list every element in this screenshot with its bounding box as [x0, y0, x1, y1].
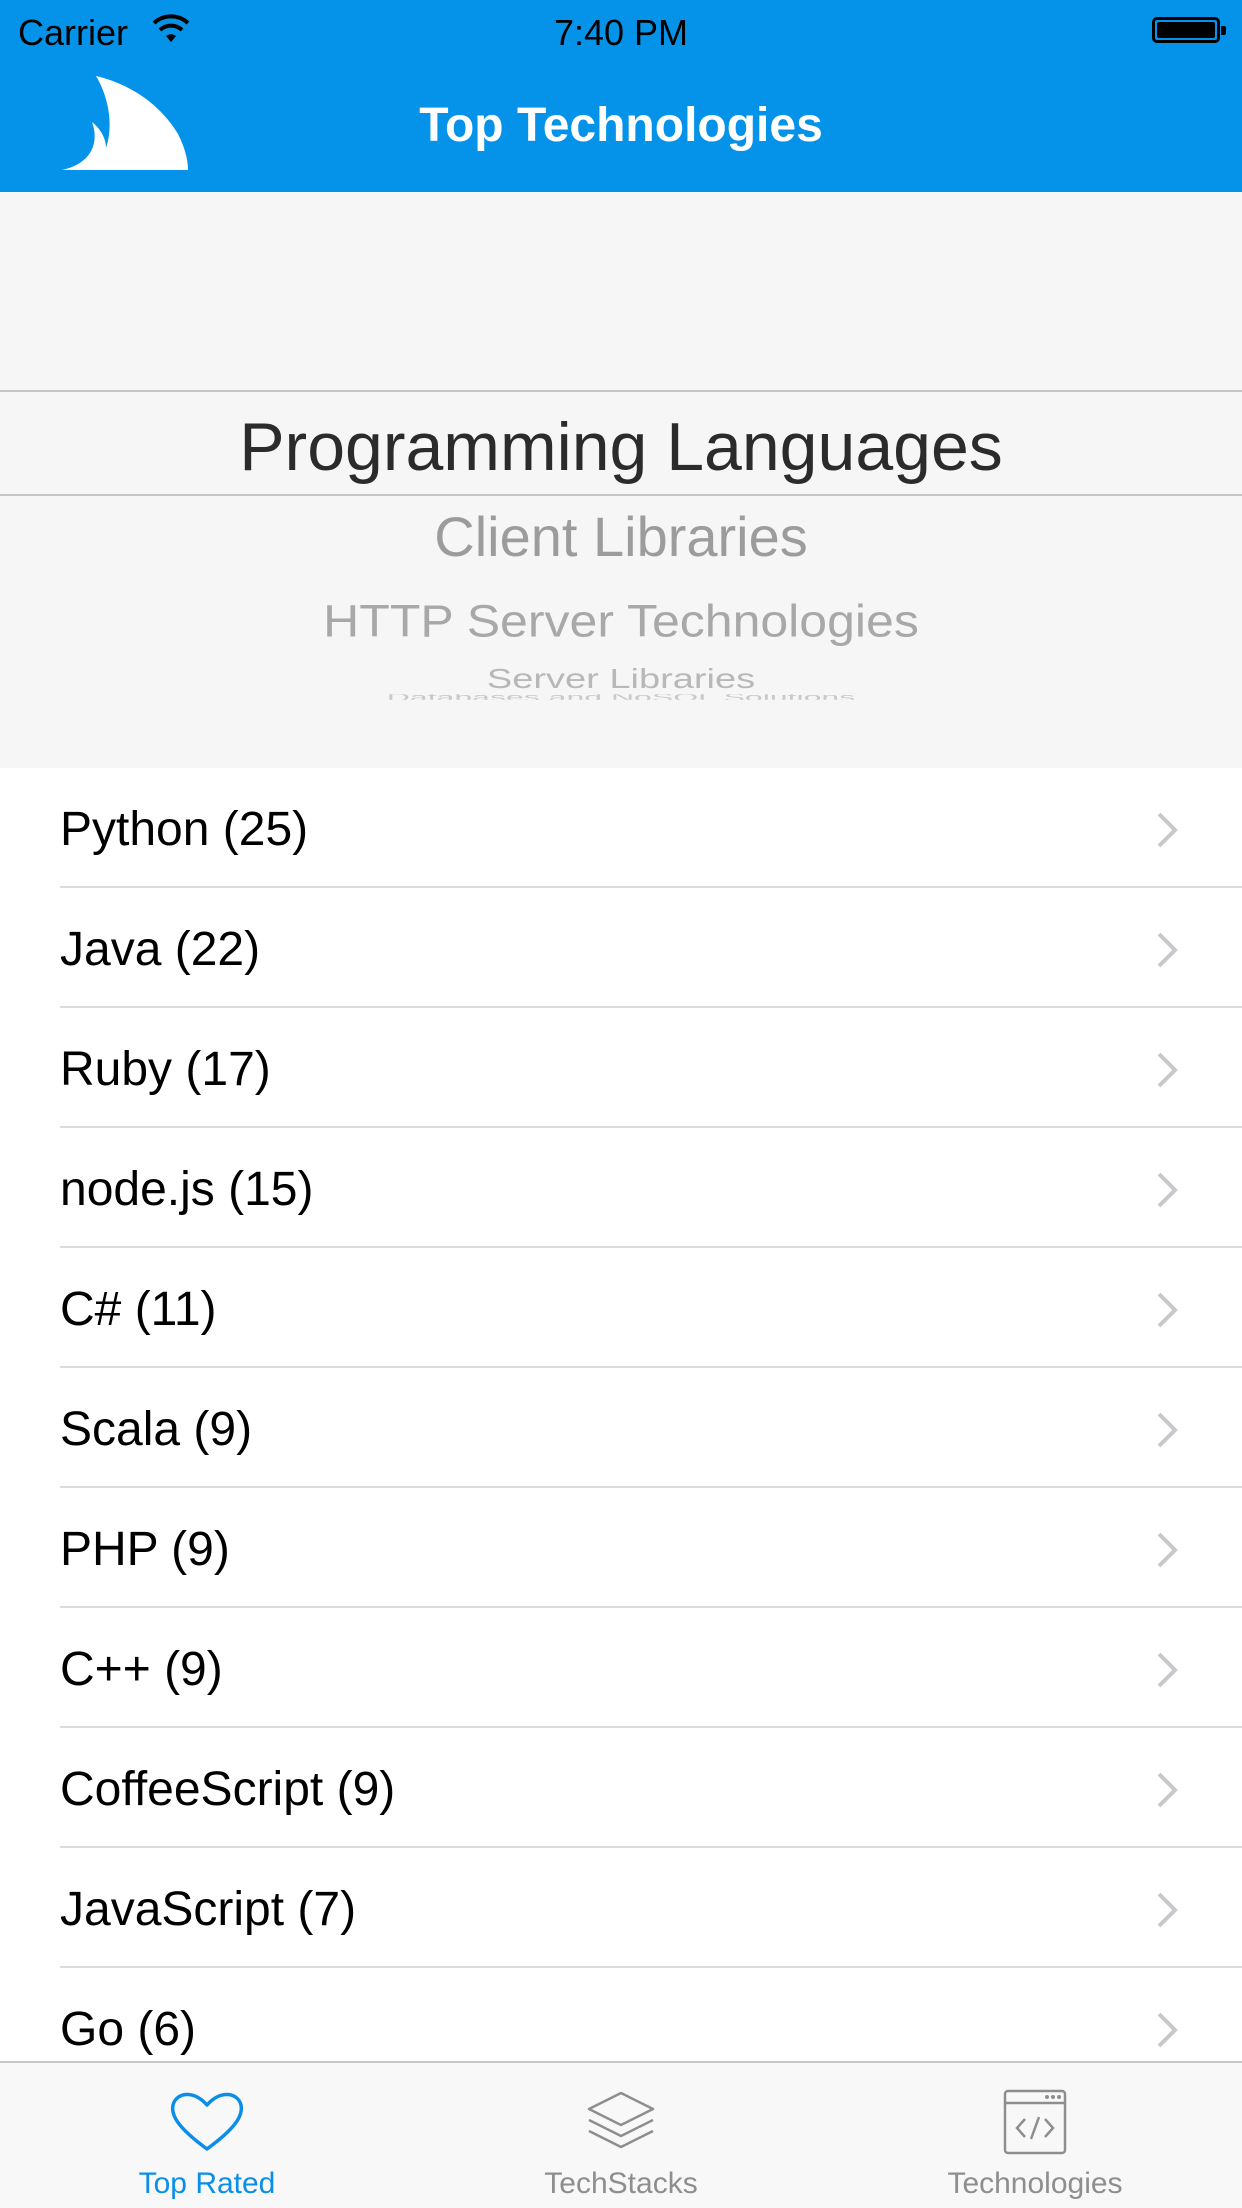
picker-option[interactable]: HTTP Server Technologies [0, 595, 1242, 647]
list-item-label: Java (22) [60, 923, 261, 976]
list-item-label: C# (11) [60, 1283, 217, 1336]
tab-bar: Top Rated TechStacks Technologies [0, 2061, 1242, 2208]
chevron-right-icon [1157, 1292, 1178, 1328]
chevron-right-icon [1157, 1892, 1178, 1928]
list-item-label: Python (25) [60, 803, 309, 856]
list-item[interactable]: PHP (9) [0, 1488, 1242, 1608]
chevron-right-icon [1157, 1052, 1178, 1088]
list-item[interactable]: Java (22) [0, 888, 1242, 1008]
chevron-right-icon [1157, 1652, 1178, 1688]
list-item[interactable]: node.js (15) [0, 1128, 1242, 1248]
chevron-right-icon [1157, 812, 1178, 848]
chevron-right-icon [1157, 1172, 1178, 1208]
list-item[interactable]: Ruby (17) [0, 1008, 1242, 1128]
list-item-label: Scala (9) [60, 1403, 253, 1456]
list-item-label: Go (6) [60, 2003, 197, 2056]
technology-list: Python (25) Java (22) Ruby (17) node.js … [0, 768, 1242, 2088]
chevron-right-icon [1157, 932, 1178, 968]
tab-techstacks[interactable]: TechStacks [414, 2063, 828, 2208]
category-picker[interactable]: Programming Languages Client Libraries H… [0, 192, 1242, 768]
tab-technologies[interactable]: Technologies [828, 2063, 1242, 2208]
chevron-right-icon [1157, 2012, 1178, 2048]
navigation-bar: Carrier 7:40 PM Top Technologies [0, 0, 1242, 192]
picker-option-selected[interactable]: Programming Languages [0, 408, 1242, 486]
list-item[interactable]: CoffeeScript (9) [0, 1728, 1242, 1848]
list-item[interactable]: JavaScript (7) [0, 1848, 1242, 1968]
picker-option[interactable]: Server Libraries [0, 664, 1242, 695]
chevron-right-icon [1157, 1412, 1178, 1448]
heart-icon [170, 2092, 244, 2151]
list-item-label: Ruby (17) [60, 1043, 271, 1096]
list-item-label: CoffeeScript (9) [60, 1763, 396, 1816]
picker-option[interactable]: Client Libraries [0, 504, 1242, 569]
tab-label: Top Rated [138, 2167, 276, 2200]
page-title: Top Technologies [419, 99, 823, 152]
layers-icon [587, 2091, 655, 2149]
list-item[interactable]: C# (11) [0, 1248, 1242, 1368]
status-time: 7:40 PM [553, 12, 689, 53]
chevron-right-icon [1157, 1532, 1178, 1568]
list-item-label: C++ (9) [60, 1643, 223, 1696]
list-item-label: node.js (15) [60, 1163, 314, 1216]
list-item-label: JavaScript (7) [60, 1883, 357, 1936]
tab-label: Technologies [947, 2167, 1123, 2200]
status-bar: Carrier 7:40 PM [0, 0, 1242, 60]
chevron-right-icon [1157, 1772, 1178, 1808]
tab-top-rated[interactable]: Top Rated [0, 2063, 414, 2208]
picker-selection-bottom-line [0, 494, 1242, 496]
battery-icon [1152, 17, 1226, 43]
list-item-label: PHP (9) [60, 1523, 230, 1576]
picker-option[interactable]: Databases and NoSQL Solutions [0, 694, 1242, 700]
list-item[interactable]: Python (25) [0, 768, 1242, 888]
tab-label: TechStacks [544, 2167, 698, 2200]
picker-selection-top-line [0, 390, 1242, 392]
code-window-icon [1003, 2089, 1067, 2155]
list-item[interactable]: C++ (9) [0, 1608, 1242, 1728]
list-item[interactable]: Scala (9) [0, 1368, 1242, 1488]
